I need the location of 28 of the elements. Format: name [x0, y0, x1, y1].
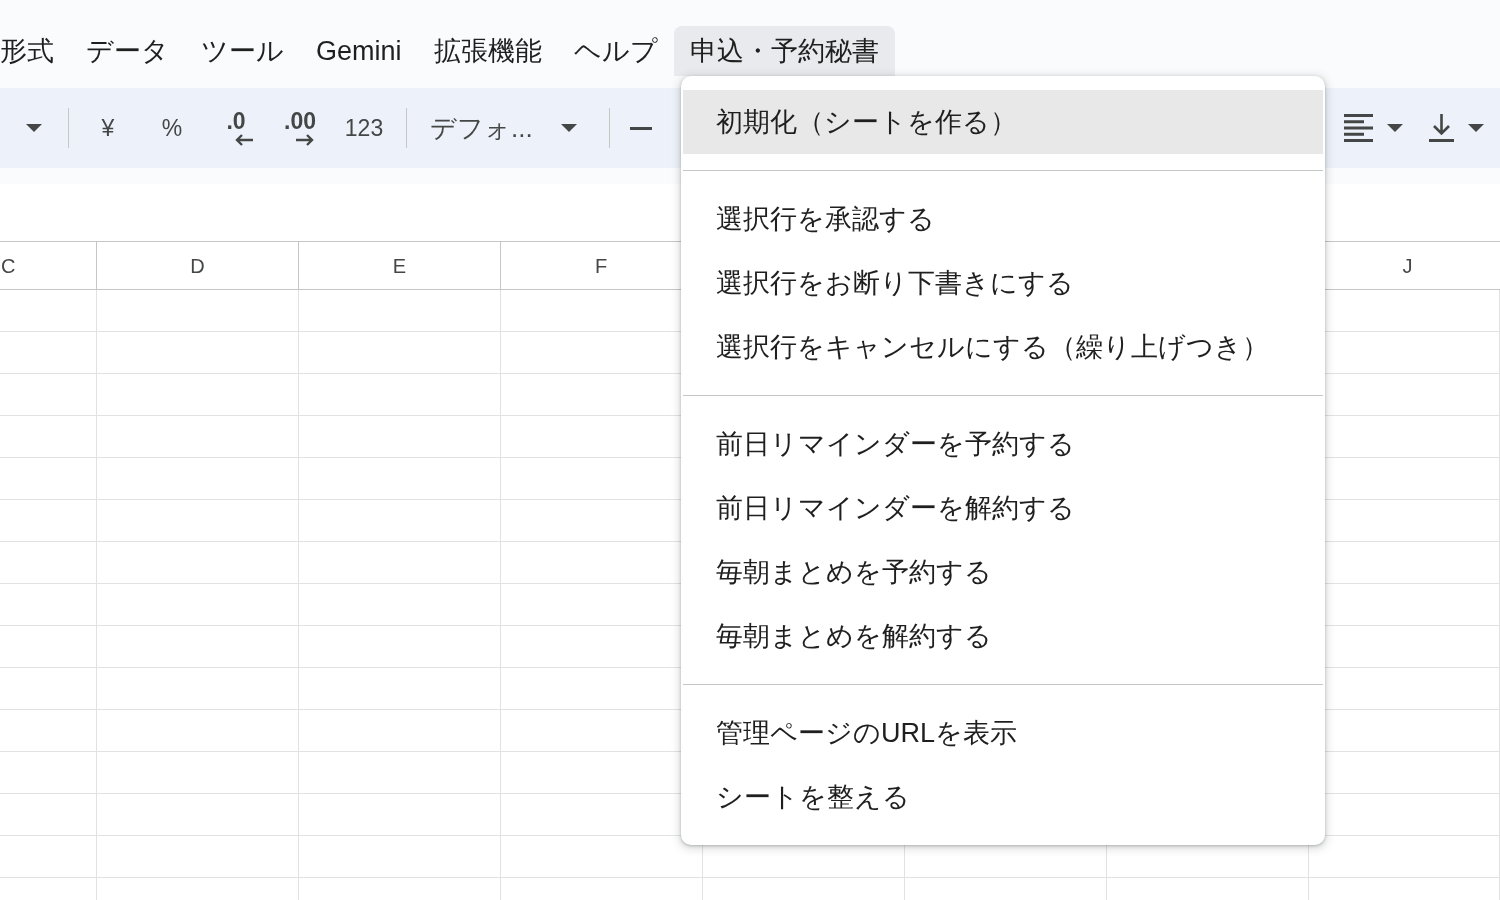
column-header[interactable]: F [501, 242, 681, 289]
menu-item[interactable]: 初期化（シートを作る） [683, 90, 1323, 154]
minus-icon [630, 126, 652, 130]
caret-icon [1468, 124, 1484, 132]
column-header[interactable]: D [97, 242, 299, 289]
column-header[interactable]: E [299, 242, 501, 289]
column-header[interactable]: J [1325, 242, 1500, 289]
align-left-icon [1344, 114, 1373, 142]
menu-bar-item[interactable]: Gemini [300, 26, 418, 76]
left-arrow-icon [234, 134, 254, 146]
menu-bar-item[interactable]: ヘルプ [557, 26, 674, 76]
menu-bar-item[interactable]: 申込・予約秘書 [673, 26, 895, 76]
increase-decimal-button[interactable]: .00 [272, 104, 328, 152]
caret-icon [1387, 124, 1403, 132]
right-arrow-icon [295, 134, 315, 146]
bottom-align-icon [1429, 114, 1454, 142]
caret-icon [26, 124, 42, 132]
percent-button[interactable]: % [144, 104, 200, 152]
column-header[interactable]: C [0, 242, 97, 289]
menu-bar-item[interactable]: 拡張機能 [417, 26, 558, 76]
menu-bar-item[interactable]: データ [70, 26, 185, 76]
number-format-button[interactable]: 123 [336, 104, 392, 152]
decrease-decimal-button[interactable]: .0 [208, 104, 264, 152]
font-dropdown[interactable]: デフォ... [407, 104, 590, 152]
menu-bar-item[interactable]: 形式 [0, 26, 70, 76]
currency-button[interactable]: ¥ [80, 104, 136, 152]
menu-bar-item[interactable]: ツール [185, 26, 300, 76]
caret-icon [561, 124, 577, 132]
